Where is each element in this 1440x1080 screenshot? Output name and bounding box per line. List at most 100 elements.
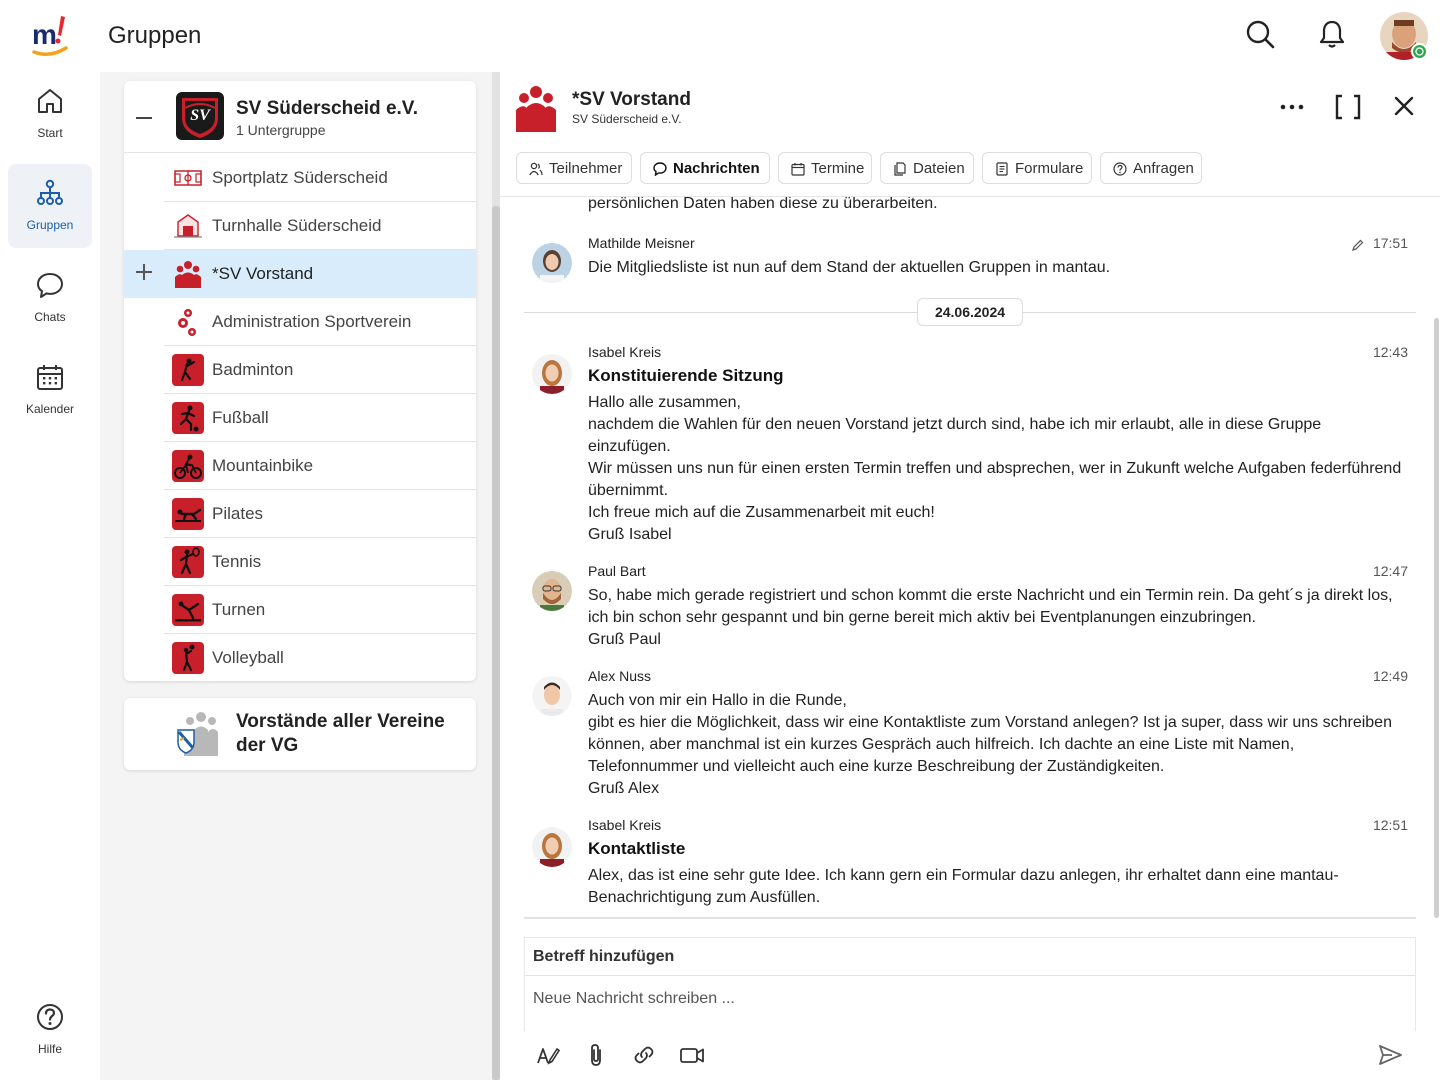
tennis-icon <box>172 546 204 578</box>
subgroup-item[interactable]: Sportplatz Süderscheid <box>124 154 476 202</box>
group-title: SV Süderscheid e.V. <box>236 98 418 119</box>
people-icon <box>172 258 204 290</box>
tab-nachrichten[interactable]: Nachrichten <box>640 152 770 184</box>
tab-anfragen[interactable]: Anfragen <box>1100 152 1202 184</box>
group-card-sv-suederscheid: SV SV Süderscheid e.V. 1 Untergruppe Spo… <box>124 81 476 681</box>
attachment-icon[interactable] <box>582 1041 610 1069</box>
subgroup-name: Volleyball <box>212 648 284 667</box>
avatar <box>532 354 572 394</box>
subgroup-name: Fußball <box>212 408 269 427</box>
subgroup-item[interactable]: Fußball <box>124 394 476 442</box>
subject-input[interactable] <box>525 938 1415 976</box>
subgroup-name: Administration Sportverein <box>212 312 412 331</box>
tab-teilnehmer[interactable]: Teilnehmer <box>516 152 632 184</box>
message-body: Hallo alle zusammen, nachdem die Wahlen … <box>588 394 1402 543</box>
subgroup-item[interactable]: Badminton <box>124 346 476 394</box>
message-time: 12:49 <box>1372 668 1408 684</box>
fullscreen-icon[interactable] <box>1332 92 1364 122</box>
participants-icon <box>529 162 543 176</box>
nav-kalender[interactable]: Kalender <box>8 348 92 432</box>
nav-gruppen[interactable]: Gruppen <box>8 164 92 248</box>
message-subject: Konstituierende Sitzung <box>588 366 784 385</box>
collapse-icon[interactable] <box>136 107 152 127</box>
add-subgroup-icon[interactable] <box>136 264 152 280</box>
message-time: 12:47 <box>1372 563 1408 579</box>
online-status-icon <box>1411 43 1428 60</box>
message-body: So, habe mich gerade registriert und sch… <box>588 587 1393 648</box>
nav-gruppen-label: Gruppen <box>26 218 74 232</box>
files-icon <box>894 162 906 176</box>
message-body: Auch von mir ein Hallo in die Runde, gib… <box>588 692 1392 797</box>
message-icon <box>653 162 667 176</box>
subgroup-item[interactable]: Turnhalle Süderscheid <box>124 202 476 250</box>
date-separator: 24.06.2024 <box>917 298 1023 326</box>
nav-chats[interactable]: Chats <box>8 256 92 340</box>
link-icon[interactable] <box>630 1041 658 1069</box>
message-subject: Kontaktliste <box>588 839 686 858</box>
close-icon[interactable] <box>1388 92 1420 122</box>
message-author: Mathilde Meisner <box>588 235 695 251</box>
subgroup-item-active[interactable]: *SV Vorstand <box>124 250 476 298</box>
subgroup-name: Sportplatz Süderscheid <box>212 168 388 187</box>
nav-kalender-label: Kalender <box>25 402 75 416</box>
message-time: 17:51 <box>1372 235 1408 251</box>
group-card-vorstaende[interactable]: Vorstände aller Vereine der VG <box>124 698 476 770</box>
edited-pencil-icon <box>1352 238 1364 251</box>
message-list[interactable]: persönlichen Daten haben diese zu überar… <box>524 197 1416 917</box>
message-input[interactable] <box>525 977 1415 1031</box>
question-icon <box>1113 162 1127 176</box>
chat-title: *SV Vorstand <box>572 89 691 110</box>
help-icon <box>37 1004 63 1030</box>
form-icon <box>996 162 1008 176</box>
chat-bubble-icon <box>37 273 63 298</box>
tab-formulare[interactable]: Formulare <box>982 152 1092 184</box>
tab-label: Dateien <box>913 160 965 177</box>
subgroup-item[interactable]: Tennis <box>124 538 476 586</box>
tab-label: Teilnehmer <box>549 160 623 177</box>
message-composer <box>524 937 1416 1031</box>
message-author: Isabel Kreis <box>588 817 662 833</box>
subgroup-item[interactable]: Mountainbike <box>124 442 476 490</box>
field-icon <box>172 162 204 194</box>
message-scrollbar[interactable] <box>1434 318 1439 918</box>
chat-subtitle: SV Süderscheid e.V. <box>572 112 682 126</box>
send-icon[interactable] <box>1376 1041 1404 1069</box>
avatar <box>532 243 572 283</box>
sv-club-logo: SV <box>176 92 224 140</box>
video-call-icon[interactable] <box>678 1041 706 1069</box>
message-time: 12:43 <box>1372 344 1408 360</box>
mantau-logo[interactable]: m <box>30 14 72 58</box>
groups-panel: SV SV Süderscheid e.V. 1 Untergruppe Spo… <box>100 72 492 1080</box>
more-options-icon[interactable] <box>1276 92 1308 122</box>
avatar <box>532 676 572 716</box>
notification-bell-icon[interactable] <box>1316 18 1348 50</box>
nav-start[interactable]: Start <box>8 72 92 156</box>
subgroup-name: Turnhalle Süderscheid <box>212 216 382 235</box>
people-icon <box>512 82 560 132</box>
subgroup-item[interactable]: Pilates <box>124 490 476 538</box>
search-icon[interactable] <box>1244 18 1276 50</box>
message-author: Paul Bart <box>588 563 646 579</box>
tab-dateien[interactable]: Dateien <box>880 152 974 184</box>
main-navigation: Start Gruppen Chats Kalender Hilfe <box>0 72 100 1080</box>
group-header[interactable]: SV SV Süderscheid e.V. 1 Untergruppe <box>124 81 476 153</box>
groups-hierarchy-icon <box>37 179 63 205</box>
divider <box>524 917 1416 919</box>
football-icon <box>172 402 204 434</box>
nav-hilfe[interactable]: Hilfe <box>8 988 92 1072</box>
subgroup-item[interactable]: Volleyball <box>124 634 476 681</box>
panel-resize-handle[interactable] <box>492 72 500 1080</box>
message-time: 12:51 <box>1372 817 1408 833</box>
text-format-icon[interactable] <box>534 1041 562 1069</box>
calendar-icon <box>37 365 63 390</box>
subgroup-name: Mountainbike <box>212 456 314 475</box>
svg-text:m: m <box>32 19 57 50</box>
message-body: Die Mitgliedsliste ist nun auf dem Stand… <box>588 259 1111 276</box>
subgroup-item[interactable]: Administration Sportverein <box>124 298 476 346</box>
group-subtitle: 1 Untergruppe <box>236 122 326 138</box>
badminton-icon <box>172 354 204 386</box>
tab-termine[interactable]: Termine <box>778 152 872 184</box>
subgroup-item[interactable]: Turnen <box>124 586 476 634</box>
gymnastics-icon <box>172 594 204 626</box>
tab-label: Termine <box>811 160 865 177</box>
